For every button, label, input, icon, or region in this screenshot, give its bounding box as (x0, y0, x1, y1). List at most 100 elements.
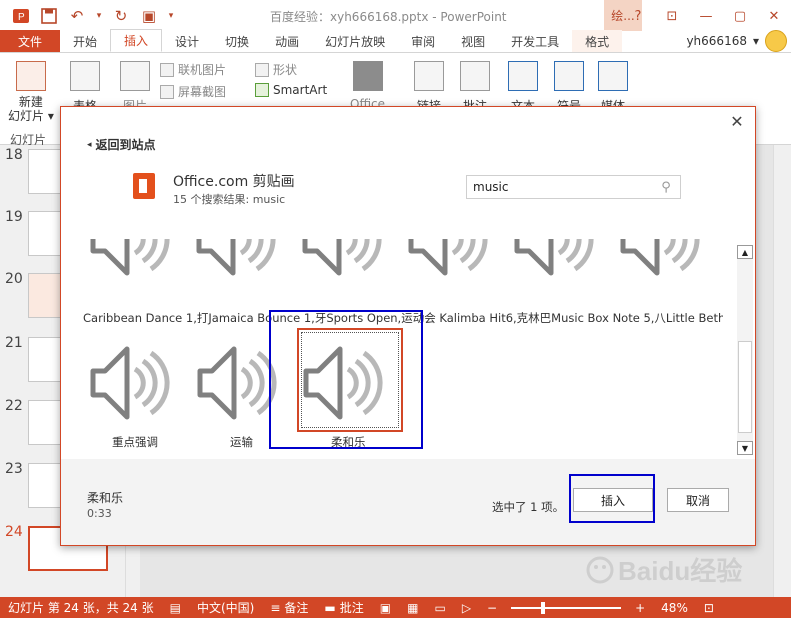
zoom-level[interactable]: 48% (653, 601, 696, 615)
reading-view-icon[interactable]: ▭ (426, 601, 453, 615)
slideshow-view-icon[interactable]: ▷ (454, 601, 479, 615)
tab-design[interactable]: 设计 (162, 30, 212, 52)
smartart-button[interactable]: SmartArt (255, 83, 327, 97)
selected-duration: 0:33 (87, 507, 112, 520)
link-icon (414, 61, 444, 91)
office-addins-button[interactable]: Office (350, 61, 385, 111)
speaker-icon[interactable] (93, 239, 167, 273)
undo-icon[interactable]: ↶ (66, 5, 88, 27)
result-label: 运输 (230, 435, 253, 449)
maximize-icon[interactable]: ▢ (723, 4, 757, 28)
source-title: Office.com 剪贴画 (173, 174, 295, 190)
insert-audio-dialog: ✕ ◂ 返回到站点 Office.com 剪贴画 15 个搜索结果: music… (60, 106, 756, 546)
screenshot-button[interactable]: 屏幕截图 (160, 83, 226, 100)
online-picture-button[interactable]: 联机图片 (160, 61, 226, 78)
search-input-value: music (473, 180, 509, 194)
slide-number: 20 (5, 271, 23, 287)
notes-label: 备注 (284, 601, 309, 615)
slide-sorter-icon[interactable]: ▦ (399, 601, 426, 615)
tab-transitions[interactable]: 切换 (212, 30, 262, 52)
tab-developer[interactable]: 开发工具 (498, 30, 572, 52)
ribbon-tab-bar: 文件 开始 插入 设计 切换 动画 幻灯片放映 审阅 视图 开发工具 格式 yh… (0, 29, 791, 53)
selected-count: 选中了 1 项。 (492, 500, 565, 514)
row1-speaker-icons[interactable] (81, 239, 721, 289)
tab-slideshow[interactable]: 幻灯片放映 (312, 30, 398, 52)
fit-to-window-icon[interactable]: ⊡ (696, 601, 722, 615)
office-store-icon (352, 61, 383, 91)
speaker-icon (81, 335, 181, 425)
zoom-in-icon[interactable]: + (627, 601, 653, 615)
comment-icon (460, 61, 490, 91)
slide-number: 21 (5, 335, 23, 351)
normal-view-icon[interactable]: ▣ (372, 601, 399, 615)
dialog-footer: 柔和乐 0:33 选中了 1 项。 插入 取消 (61, 459, 755, 545)
comments-label: 批注 (339, 601, 364, 615)
minimize-icon[interactable]: — (689, 4, 723, 28)
speaker-icon[interactable] (623, 239, 697, 273)
watermark-text: Baidu经验 (618, 556, 742, 586)
scroll-thumb[interactable] (738, 341, 752, 433)
speaker-icon[interactable] (305, 239, 379, 273)
notes-toggle[interactable]: ≡ 备注 (262, 599, 316, 616)
zoom-slider-thumb[interactable] (541, 601, 546, 614)
zoom-slider[interactable] (511, 601, 622, 614)
spellcheck-icon[interactable]: ▤ (162, 601, 189, 615)
help-icon[interactable]: ? (621, 4, 655, 28)
result-item-emphasis[interactable] (81, 335, 181, 435)
scroll-up-icon[interactable]: ▲ (737, 245, 753, 259)
comments-toggle[interactable]: ▬ 批注 (316, 599, 371, 616)
zoom-out-icon[interactable]: − (479, 601, 505, 615)
tab-view[interactable]: 视图 (448, 30, 498, 52)
result-count: 15 个搜索结果: music (173, 193, 286, 206)
dialog-close-icon[interactable]: ✕ (727, 111, 747, 131)
search-input[interactable]: music ⚲ (466, 175, 681, 199)
tab-review[interactable]: 审阅 (398, 30, 448, 52)
tab-home[interactable]: 开始 (60, 30, 110, 52)
shapes-label: 形状 (273, 63, 298, 77)
quick-access-toolbar: P ↶ ▾ ↻ ▣ ▾ (0, 5, 176, 27)
omega-symbol-icon (554, 61, 584, 91)
slide-number: 24 (5, 524, 23, 540)
notes-icon: ≡ (270, 600, 281, 615)
tab-insert[interactable]: 插入 (110, 29, 163, 52)
undo-dropdown-icon[interactable]: ▾ (94, 5, 104, 27)
result-label: 重点强调 (112, 435, 158, 449)
slide-number: 23 (5, 461, 23, 477)
start-slideshow-icon[interactable]: ▣ (138, 5, 160, 27)
window-controls: ? ⊡ — ▢ ✕ (621, 4, 791, 28)
textbox-icon (508, 61, 538, 91)
results-scrollbar[interactable]: ▲ ▼ (737, 245, 753, 455)
cancel-button[interactable]: 取消 (667, 488, 729, 512)
annotation-box-selection (269, 310, 423, 449)
speaker-icon[interactable] (199, 239, 273, 273)
slide-number: 19 (5, 209, 23, 225)
search-icon[interactable]: ⚲ (658, 179, 674, 195)
user-account[interactable]: yh666168 ▾ (686, 30, 791, 52)
tab-file[interactable]: 文件 (0, 30, 60, 52)
tab-animations[interactable]: 动画 (262, 30, 312, 52)
ribbon-display-icon[interactable]: ⊡ (655, 4, 689, 28)
language-status[interactable]: 中文(中国) (189, 599, 262, 616)
redo-icon[interactable]: ↻ (110, 5, 132, 27)
slide-number: 18 (5, 147, 23, 163)
new-slide-label: 新建 幻灯片 ▾ (8, 95, 54, 123)
selected-name: 柔和乐 (87, 491, 124, 505)
back-to-sites-link[interactable]: ◂ 返回到站点 (87, 136, 156, 153)
smartart-label: SmartArt (273, 83, 328, 97)
user-chevron-icon: ▾ (752, 34, 759, 48)
scroll-down-icon[interactable]: ▼ (737, 441, 753, 455)
screenshot-label: 屏幕截图 (178, 85, 227, 99)
editor-vertical-scrollbar[interactable] (773, 145, 791, 597)
tab-format[interactable]: 格式 (572, 30, 623, 52)
save-icon[interactable] (38, 5, 60, 27)
speaker-icon[interactable] (517, 239, 591, 273)
customize-qat-icon[interactable]: ▾ (166, 5, 176, 27)
close-window-icon[interactable]: ✕ (757, 4, 791, 28)
baidu-watermark-logo: Baidu经验 (586, 556, 742, 586)
powerpoint-logo-icon: P (10, 5, 32, 27)
status-bar: 幻灯片 第 24 张，共 24 张 ▤ 中文(中国) ≡ 备注 ▬ 批注 ▣ ▦ ▭… (0, 597, 791, 618)
new-slide-button[interactable]: 新建 幻灯片 ▾ (8, 61, 54, 123)
shapes-button[interactable]: 形状 (255, 61, 297, 78)
speaker-icon[interactable] (411, 239, 485, 273)
slide-number: 22 (5, 398, 23, 414)
